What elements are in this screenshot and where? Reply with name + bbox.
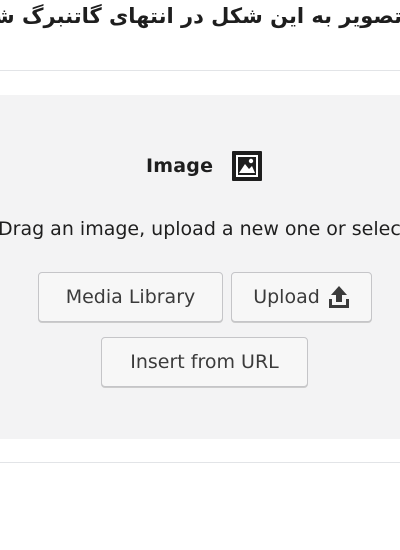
placeholder-title: Image bbox=[146, 150, 263, 182]
upload-icon bbox=[328, 285, 350, 309]
placeholder-title-label: Image bbox=[146, 155, 214, 177]
upload-label: Upload bbox=[253, 286, 320, 308]
divider bbox=[0, 462, 400, 463]
image-block-placeholder[interactable] bbox=[0, 95, 400, 439]
insert-from-url-label: Insert from URL bbox=[130, 351, 279, 373]
editor-canvas: تصویر به این شکل در انتهای گاتنبرگ شد Im… bbox=[0, 0, 400, 550]
upload-button[interactable]: Upload bbox=[231, 272, 372, 322]
media-library-button[interactable]: Media Library bbox=[38, 272, 223, 322]
placeholder-instructions: Drag an image, upload a new one or selec… bbox=[0, 218, 400, 240]
paragraph-text[interactable]: تصویر به این شکل در انتهای گاتنبرگ شد bbox=[0, 2, 400, 30]
divider bbox=[0, 70, 400, 71]
insert-from-url-button[interactable]: Insert from URL bbox=[101, 337, 308, 387]
image-icon bbox=[231, 150, 263, 182]
media-library-label: Media Library bbox=[65, 286, 196, 308]
